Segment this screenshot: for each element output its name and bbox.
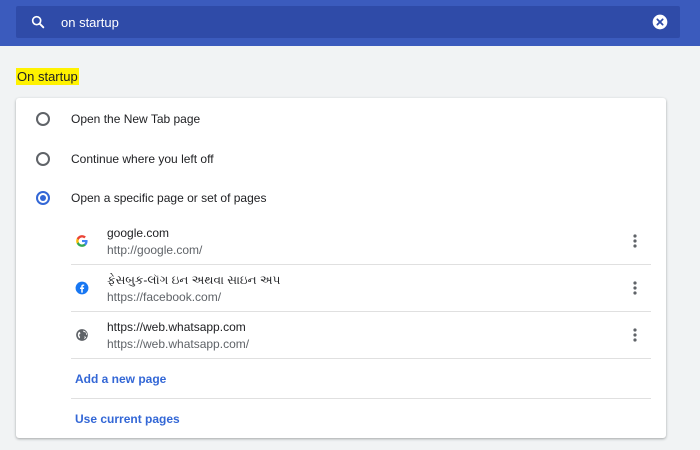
- radio-button-specific-pages[interactable]: [36, 191, 50, 205]
- top-bar: on startup: [0, 0, 700, 46]
- page-url: https://web.whatsapp.com/: [107, 337, 250, 351]
- radio-option-new-tab[interactable]: Open the New Tab page: [16, 99, 666, 139]
- radio-label: Open a specific page or set of pages: [71, 191, 267, 205]
- page-title: ફેસબુક-લૉગ ઇન અથવા સાઇન અપ: [107, 273, 281, 287]
- search-icon: [31, 15, 45, 29]
- google-icon: [76, 235, 88, 247]
- page-title: https://web.whatsapp.com: [107, 320, 246, 334]
- startup-settings-card: Open the New Tab page Continue where you…: [16, 98, 666, 438]
- settings-search-box[interactable]: on startup: [16, 6, 680, 38]
- use-current-pages-row: Use current pages: [71, 399, 651, 439]
- page-url: http://google.com/: [107, 243, 203, 257]
- search-input[interactable]: on startup: [61, 15, 119, 30]
- radio-label: Continue where you left off: [71, 152, 214, 166]
- radio-option-continue[interactable]: Continue where you left off: [16, 139, 666, 179]
- page-title: google.com: [107, 226, 170, 240]
- startup-page-row: ફેસબુક-લૉગ ઇન અથવા સાઇન અપ https://faceb…: [71, 265, 651, 312]
- startup-page-row: https://web.whatsapp.com https://web.wha…: [71, 312, 651, 359]
- more-vert-icon[interactable]: [627, 232, 643, 250]
- page-url: https://facebook.com/: [107, 290, 222, 304]
- section-title-on-startup: On startup: [16, 68, 79, 85]
- globe-icon: [76, 329, 88, 341]
- more-vert-icon[interactable]: [627, 279, 643, 297]
- add-page-row: Add a new page: [71, 359, 651, 399]
- facebook-icon: [75, 281, 89, 295]
- radio-label: Open the New Tab page: [71, 112, 201, 126]
- radio-option-specific-pages[interactable]: Open a specific page or set of pages: [16, 178, 666, 218]
- add-new-page-link[interactable]: Add a new page: [75, 372, 166, 386]
- more-vert-icon[interactable]: [627, 326, 643, 344]
- radio-button-continue[interactable]: [36, 152, 50, 166]
- startup-page-row: google.com http://google.com/: [71, 218, 651, 265]
- clear-search-icon[interactable]: [652, 14, 668, 30]
- use-current-pages-link[interactable]: Use current pages: [75, 412, 180, 426]
- radio-button-new-tab[interactable]: [36, 112, 50, 126]
